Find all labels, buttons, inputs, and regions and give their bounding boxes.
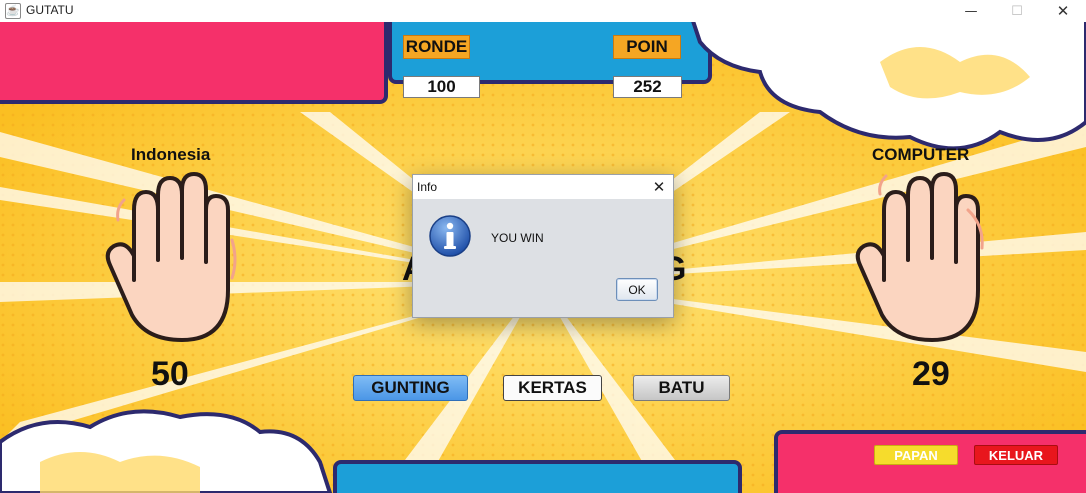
poin-value: 252	[613, 76, 682, 98]
keluar-button[interactable]: KELUAR	[974, 445, 1058, 465]
kertas-button[interactable]: KERTAS	[503, 375, 602, 401]
ronde-label: RONDE	[403, 35, 470, 59]
close-button[interactable]: ✕	[1040, 0, 1086, 22]
player-score: 50	[151, 355, 189, 393]
info-icon	[429, 215, 471, 257]
maximize-button[interactable]: ☐	[994, 0, 1040, 22]
ok-button[interactable]: OK	[616, 278, 658, 301]
window-title: GUTATU	[26, 3, 74, 17]
ronde-value: 100	[403, 76, 480, 98]
poin-label: POIN	[613, 35, 681, 59]
title-bar: ☕ GUTATU — ☐ ✕	[0, 0, 1086, 22]
dialog-title: Info	[417, 180, 438, 194]
computer-hand-paper-icon	[855, 172, 984, 342]
dialog-message: YOU WIN	[491, 231, 544, 245]
java-cup-icon: ☕	[5, 3, 21, 19]
minimize-button[interactable]: —	[948, 0, 994, 22]
info-dialog: Info ✕ YOU WIN OK	[412, 174, 674, 318]
papan-button[interactable]: PAPAN	[874, 445, 958, 465]
gunting-button[interactable]: GUNTING	[353, 375, 468, 401]
computer-score: 29	[912, 355, 950, 393]
player-name: Indonesia	[131, 145, 211, 164]
batu-button[interactable]: BATU	[633, 375, 730, 401]
dialog-close-icon[interactable]: ✕	[647, 176, 671, 198]
player-hand-paper-icon	[105, 172, 237, 342]
computer-name: COMPUTER	[872, 145, 970, 164]
app-window: ☕ GUTATU — ☐ ✕ RONDE 100 POIN 252 Indone…	[0, 0, 1086, 493]
dialog-title-bar: Info ✕	[413, 175, 673, 199]
